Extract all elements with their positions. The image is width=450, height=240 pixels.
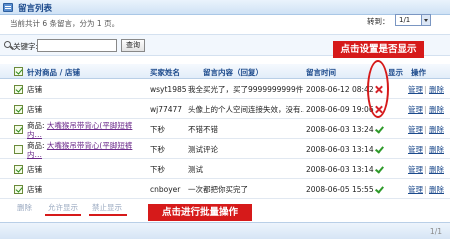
- chevron-down-icon[interactable]: [421, 15, 430, 25]
- manage-link[interactable]: 管理: [408, 180, 423, 199]
- row-content: 测试评论: [188, 145, 218, 154]
- visible-check-icon[interactable]: [375, 165, 383, 173]
- row-buyer: 下秒: [150, 165, 165, 174]
- row-content: 不错不错: [188, 125, 218, 134]
- page-jump-select[interactable]: 1/1: [395, 14, 431, 26]
- delete-link[interactable]: 删除: [429, 180, 444, 199]
- row-content: 我全买光了，买了9999999999件，仅力…: [188, 85, 304, 94]
- page-jump-value: 1/1: [399, 16, 411, 24]
- table-row: 商品: 大嘴猴吊带背心(平脚短裤 内… 下秒 测试评论 2008-06-03 1…: [0, 140, 450, 159]
- row-buyer: wsyt1985: [150, 85, 187, 94]
- delete-link[interactable]: 删除: [429, 140, 444, 159]
- header-time: 留言时间: [306, 68, 336, 77]
- keyword-input[interactable]: [37, 39, 117, 52]
- annotation-circle: [367, 60, 389, 118]
- row-product-prefix: 商品:: [27, 121, 45, 130]
- row-content: 头像上的个人空间连接失效，没有…: [188, 105, 304, 114]
- row-time: 2008-06-09 19:06: [306, 105, 374, 114]
- row-checkbox[interactable]: [14, 105, 23, 114]
- delete-link[interactable]: 删除: [429, 80, 444, 99]
- batch-annotation: 点击进行批量操作: [148, 204, 252, 221]
- title-bar: 留言列表: [0, 0, 450, 15]
- manage-link[interactable]: 管理: [408, 160, 423, 179]
- keyword-label: 关键字:: [13, 42, 39, 51]
- row-buyer: wj77477: [150, 105, 183, 114]
- delete-link[interactable]: 删除: [429, 120, 444, 139]
- header-product: 针对商品 / 店铺: [27, 68, 80, 77]
- manage-link[interactable]: 管理: [408, 80, 423, 99]
- row-product-prefix: 商品:: [27, 141, 45, 150]
- visible-check-icon[interactable]: [375, 185, 383, 193]
- table-row: 店铺 下秒 测试 2008-06-03 13:14 管理 | 删除: [0, 160, 450, 179]
- header-display: 显示: [388, 68, 403, 77]
- display-annotation: 点击设置是否显示: [333, 41, 424, 58]
- row-checkbox[interactable]: [14, 185, 23, 194]
- row-product: 商品: 大嘴猴吊带背心(平脚短裤 内…: [27, 121, 145, 139]
- table-row: 商品: 大嘴猴吊带背心(平脚短裤 内… 下秒 不错不错 2008-06-03 1…: [0, 120, 450, 139]
- manage-link[interactable]: 管理: [408, 140, 423, 159]
- row-time: 2008-06-03 13:24: [306, 125, 374, 134]
- page-title: 留言列表: [18, 4, 53, 14]
- pager-text: 1/1: [429, 227, 442, 236]
- select-all-checkbox[interactable]: [14, 67, 23, 76]
- manage-link[interactable]: 管理: [408, 100, 423, 119]
- row-checkbox[interactable]: [14, 125, 23, 134]
- summary-text: 当前共计 6 条留言，分为 1 页。: [10, 19, 120, 28]
- header-buyer: 买家姓名: [150, 68, 180, 77]
- delete-link[interactable]: 删除: [429, 100, 444, 119]
- visible-check-icon[interactable]: [375, 145, 383, 153]
- row-product: 商品: 大嘴猴吊带背心(平脚短裤 内…: [27, 141, 145, 159]
- row-time: 2008-06-03 13:14: [306, 165, 374, 174]
- pager-bar: 1/1: [0, 222, 450, 239]
- row-time: 2008-06-03 13:14: [306, 145, 374, 154]
- visible-check-icon[interactable]: [375, 125, 383, 133]
- jump-label: 转到：: [367, 17, 390, 26]
- row-product: 店铺: [27, 165, 42, 174]
- row-buyer: 下秒: [150, 125, 165, 134]
- table-row: 店铺 cnboyer 一次都把你买完了 2008-06-05 15:55 管理 …: [0, 180, 450, 199]
- row-checkbox[interactable]: [14, 145, 23, 154]
- row-time: 2008-06-12 08:42: [306, 85, 374, 94]
- search-button[interactable]: 查询: [121, 39, 145, 52]
- row-product: 店铺: [27, 185, 42, 194]
- delete-link[interactable]: 删除: [429, 160, 444, 179]
- annotation-underline: [89, 214, 127, 216]
- search-icon: [4, 41, 11, 48]
- row-product: 店铺: [27, 105, 42, 114]
- batch-delete-button[interactable]: 删除: [17, 202, 32, 213]
- row-buyer: cnboyer: [150, 185, 181, 194]
- row-content: 测试: [188, 165, 203, 174]
- batch-forbid-button[interactable]: 禁止显示: [92, 202, 122, 213]
- row-content: 一次都把你买完了: [188, 185, 248, 194]
- header-ops: 操作: [411, 68, 426, 77]
- row-time: 2008-06-05 15:55: [306, 185, 374, 194]
- row-product: 店铺: [27, 85, 42, 94]
- row-checkbox[interactable]: [14, 85, 23, 94]
- manage-link[interactable]: 管理: [408, 120, 423, 139]
- header-content: 留言内容（回复）: [203, 68, 263, 77]
- list-icon: [3, 3, 13, 12]
- row-checkbox[interactable]: [14, 165, 23, 174]
- row-buyer: 下秒: [150, 145, 165, 154]
- annotation-underline: [45, 214, 81, 216]
- batch-allow-button[interactable]: 允许显示: [48, 202, 78, 213]
